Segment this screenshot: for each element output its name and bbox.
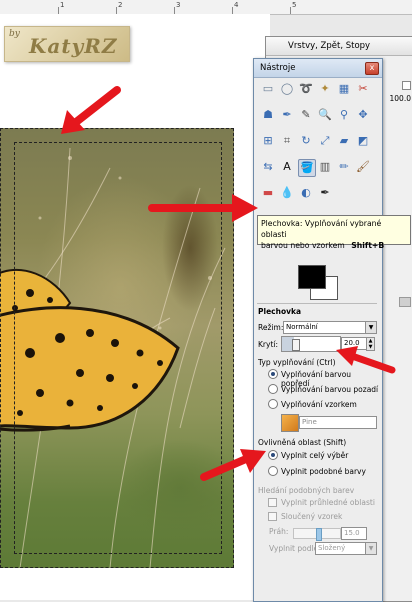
ruler-label: 2 [118,1,123,9]
fill-by-label: Vyplnit podle: [269,544,321,553]
fill-bg-radio[interactable] [268,384,278,394]
fill-type-label: Typ vyplňování (Ctrl) [258,358,336,367]
ruler-label: 3 [176,1,181,9]
chevron-down-icon: ▼ [365,543,376,554]
threshold-label: Práh: [269,527,289,536]
flip-icon[interactable]: ⇆ [260,159,276,175]
rotate-icon[interactable]: ↻ [298,133,314,149]
ruler-label: 5 [292,1,297,9]
ruler-label: 4 [234,1,239,9]
fill-selection-label: Vyplnit celý výběr [281,451,349,460]
ellipse-select-icon[interactable]: ◯ [279,81,295,97]
arrow-annotation-toolbox [148,194,258,222]
fill-transparent-checkbox[interactable] [268,498,277,507]
text-icon[interactable]: A [279,159,295,175]
arrow-annotation-top [61,86,121,134]
top-ruler: 1 2 3 4 5 [0,0,412,15]
bucket-fill-icon[interactable]: 🪣 [298,159,316,177]
tool-options-title: Plechovka [258,307,302,316]
pattern-name: Pine [302,418,317,426]
foreground-color-swatch[interactable] [298,265,326,289]
fill-by-select[interactable]: Složený ▼ [315,542,377,555]
katyrz-watermark: by KatyRZ [4,26,130,62]
threshold-slider[interactable] [293,528,341,541]
trash-icon[interactable] [399,297,411,307]
move-icon[interactable]: ✥ [355,107,371,123]
eraser-icon[interactable]: ▬ [260,185,276,201]
opacity-label: Krytí: [258,340,278,349]
bucket-fill-tooltip: Plechovka: Vyplňování vybrané oblasti ba… [257,215,411,250]
slider-handle[interactable] [292,339,300,351]
layers-checkbox[interactable] [402,81,411,90]
measure-icon[interactable]: ⚲ [336,107,352,123]
sample-merged-label: Sloučený vzorek [281,512,343,521]
fuzzy-select-icon[interactable]: ✦ [317,81,333,97]
fill-bg-label: Vyplňování barvou pozadí [281,385,379,394]
fill-pattern-radio[interactable] [268,399,278,409]
mode-select[interactable]: Normální ▼ [283,321,377,334]
zoom-icon[interactable]: 🔍 [317,107,333,123]
layers-dialog-title: Vrstvy, Zpět, Stopy [266,37,412,56]
scissors-icon[interactable]: ✂ [355,81,371,97]
sample-merged-checkbox[interactable] [268,512,277,521]
similar-colors-label: Hledání podobných barev [258,486,355,495]
pencil-icon[interactable]: ✏ [336,159,352,175]
color-picker-icon[interactable]: ✎ [298,107,314,123]
free-select-icon[interactable]: ➰ [298,81,314,97]
arrow-annotation-fill-area [200,449,266,481]
threshold-value-field[interactable]: 15.0 [341,527,367,540]
chevron-down-icon: ▼ [365,322,376,333]
tooltip-shortcut: Shift+B [351,241,385,250]
pattern-preview[interactable] [281,414,299,432]
crop-icon[interactable]: ⌗ [279,133,295,149]
fill-pattern-label: Vyplňování vzorkem [281,400,357,409]
threshold-value: 15.0 [344,529,360,537]
mode-value: Normální [286,323,318,331]
ruler-label: 1 [60,1,65,9]
fill-by-value: Složený [318,544,346,552]
foreground-select-icon[interactable]: ☗ [260,107,276,123]
blend-icon[interactable]: ▥ [317,159,333,175]
layers-opacity-value: 100.0 [389,94,411,103]
toolbox-title-text: Nástroje [260,63,296,73]
fill-similar-label: Vyplnit podobné barvy [281,467,366,476]
close-icon[interactable]: x [365,62,379,75]
arrow-annotation-opacity [336,346,396,374]
fill-transparent-label: Vyplnit průhledné oblasti [281,498,375,507]
tooltip-line2: barvou nebo vzorkem [261,241,345,250]
paintbrush-icon[interactable]: 🖌 [355,159,371,175]
tooltip-line1: Plechovka: Vyplňování vybrané oblasti [261,219,382,239]
by-color-select-icon[interactable]: ▦ [336,81,352,97]
slider-handle[interactable] [316,528,322,541]
rect-select-icon[interactable]: ▭ [260,81,276,97]
fill-fg-radio[interactable] [268,369,278,379]
align-icon[interactable]: ⊞ [260,133,276,149]
dodge-burn-icon[interactable]: ◐ [298,185,314,201]
mode-label: Režim: [258,323,284,332]
pattern-name-field[interactable]: Pine [299,416,377,429]
ink-icon[interactable]: ✒ [317,185,333,201]
scale-icon[interactable]: ⤢ [317,133,333,149]
shear-icon[interactable]: ▰ [336,133,352,149]
watermark-by: by [9,29,20,39]
smudge-icon[interactable]: 💧 [279,185,295,201]
affected-area-label: Ovlivněná oblast (Shift) [258,438,347,447]
paths-icon[interactable]: ✒ [279,107,295,123]
toolbox-title: Nástroje x [254,59,382,78]
watermark-name: KatyRZ [29,34,118,58]
perspective-icon[interactable]: ◩ [355,133,371,149]
